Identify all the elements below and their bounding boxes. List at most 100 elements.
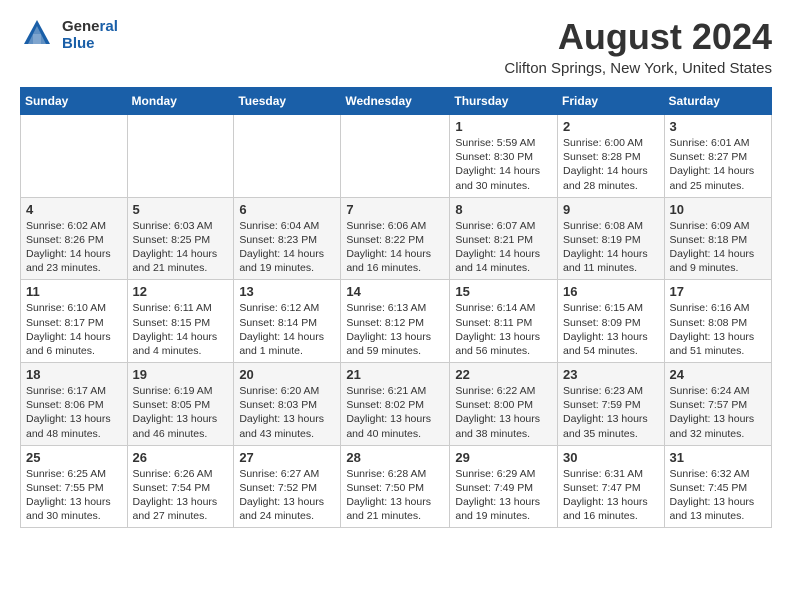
day-number: 14 [346,284,444,299]
day-number: 26 [133,450,229,465]
day-number: 30 [563,450,659,465]
calendar-cell: 18 Sunrise: 6:17 AM Sunset: 8:06 PM Dayli… [21,363,128,446]
calendar-cell [341,115,450,198]
calendar-cell [21,115,128,198]
day-number: 5 [133,202,229,217]
day-info: Sunrise: 6:04 AM Sunset: 8:23 PM Dayligh… [239,219,335,276]
day-info: Sunrise: 6:08 AM Sunset: 8:19 PM Dayligh… [563,219,659,276]
day-number: 29 [455,450,552,465]
calendar-cell: 23 Sunrise: 6:23 AM Sunset: 7:59 PM Dayli… [558,363,665,446]
day-info: Sunrise: 6:20 AM Sunset: 8:03 PM Dayligh… [239,384,335,441]
day-number: 11 [26,284,122,299]
day-number: 19 [133,367,229,382]
day-info: Sunrise: 6:11 AM Sunset: 8:15 PM Dayligh… [133,301,229,358]
day-info: Sunrise: 6:31 AM Sunset: 7:47 PM Dayligh… [563,467,659,524]
calendar-cell: 16Sunrise: 6:15 AM Sunset: 8:09 PM Dayli… [558,280,665,363]
calendar-cell: 3Sunrise: 6:01 AM Sunset: 8:27 PM Daylig… [664,115,771,198]
calendar-cell: 27 Sunrise: 6:27 AM Sunset: 7:52 PM Dayli… [234,445,341,528]
day-number: 17 [670,284,766,299]
calendar-week-row: 1 Sunrise: 5:59 AM Sunset: 8:30 PM Daylig… [21,115,772,198]
day-info: Sunrise: 6:00 AM Sunset: 8:28 PM Dayligh… [563,136,659,193]
logo: General Blue [20,16,118,55]
day-info: Sunrise: 6:06 AM Sunset: 8:22 PM Dayligh… [346,219,444,276]
day-of-week-header: Sunday [21,88,128,115]
calendar-cell: 1 Sunrise: 5:59 AM Sunset: 8:30 PM Daylig… [450,115,558,198]
day-info: Sunrise: 6:07 AM Sunset: 8:21 PM Dayligh… [455,219,552,276]
day-info: Sunrise: 6:19 AM Sunset: 8:05 PM Dayligh… [133,384,229,441]
day-info: Sunrise: 6:24 AM Sunset: 7:57 PM Dayligh… [670,384,766,441]
calendar-cell: 6 Sunrise: 6:04 AM Sunset: 8:23 PM Daylig… [234,197,341,280]
day-info: Sunrise: 6:17 AM Sunset: 8:06 PM Dayligh… [26,384,122,441]
day-number: 20 [239,367,335,382]
day-info: Sunrise: 6:03 AM Sunset: 8:25 PM Dayligh… [133,219,229,276]
day-number: 10 [670,202,766,217]
day-number: 22 [455,367,552,382]
day-info: Sunrise: 6:21 AM Sunset: 8:02 PM Dayligh… [346,384,444,441]
day-info: Sunrise: 6:25 AM Sunset: 7:55 PM Dayligh… [26,467,122,524]
calendar-cell: 15 Sunrise: 6:14 AM Sunset: 8:11 PM Dayli… [450,280,558,363]
logo-text: General Blue [62,19,118,52]
day-info: Sunrise: 6:02 AM Sunset: 8:26 PM Dayligh… [26,219,122,276]
day-number: 28 [346,450,444,465]
logo-blue: Blue [62,36,118,53]
day-info: Sunrise: 5:59 AM Sunset: 8:30 PM Dayligh… [455,136,552,193]
day-number: 27 [239,450,335,465]
day-number: 16 [563,284,659,299]
logo-general: General [62,19,118,36]
day-of-week-header: Tuesday [234,88,341,115]
calendar-cell: 13 Sunrise: 6:12 AM Sunset: 8:14 PM Dayli… [234,280,341,363]
day-number: 4 [26,202,122,217]
calendar-cell: 24 Sunrise: 6:24 AM Sunset: 7:57 PM Dayli… [664,363,771,446]
calendar-cell: 29Sunrise: 6:29 AM Sunset: 7:49 PM Dayli… [450,445,558,528]
month-year: August 2024 [504,16,772,58]
calendar-table: SundayMondayTuesdayWednesdayThursdayFrid… [20,87,772,528]
calendar-cell: 12 Sunrise: 6:11 AM Sunset: 8:15 PM Dayli… [127,280,234,363]
day-number: 3 [670,119,766,134]
calendar-cell [127,115,234,198]
day-info: Sunrise: 6:26 AM Sunset: 7:54 PM Dayligh… [133,467,229,524]
calendar-cell: 22Sunrise: 6:22 AM Sunset: 8:00 PM Dayli… [450,363,558,446]
calendar-header-row: SundayMondayTuesdayWednesdayThursdayFrid… [21,88,772,115]
day-info: Sunrise: 6:28 AM Sunset: 7:50 PM Dayligh… [346,467,444,524]
day-number: 1 [455,119,552,134]
calendar-cell: 25Sunrise: 6:25 AM Sunset: 7:55 PM Dayli… [21,445,128,528]
day-info: Sunrise: 6:13 AM Sunset: 8:12 PM Dayligh… [346,301,444,358]
location: Clifton Springs, New York, United States [504,60,772,77]
calendar-week-row: 18 Sunrise: 6:17 AM Sunset: 8:06 PM Dayli… [21,363,772,446]
day-of-week-header: Saturday [664,88,771,115]
day-of-week-header: Wednesday [341,88,450,115]
calendar-cell: 19 Sunrise: 6:19 AM Sunset: 8:05 PM Dayli… [127,363,234,446]
day-number: 15 [455,284,552,299]
day-number: 6 [239,202,335,217]
day-number: 18 [26,367,122,382]
day-number: 7 [346,202,444,217]
day-number: 8 [455,202,552,217]
day-number: 9 [563,202,659,217]
calendar-cell: 21 Sunrise: 6:21 AM Sunset: 8:02 PM Dayli… [341,363,450,446]
calendar-cell: 8 Sunrise: 6:07 AM Sunset: 8:21 PM Daylig… [450,197,558,280]
day-info: Sunrise: 6:16 AM Sunset: 8:08 PM Dayligh… [670,301,766,358]
day-info: Sunrise: 6:09 AM Sunset: 8:18 PM Dayligh… [670,219,766,276]
day-number: 24 [670,367,766,382]
day-number: 13 [239,284,335,299]
calendar-cell [234,115,341,198]
day-number: 23 [563,367,659,382]
day-info: Sunrise: 6:14 AM Sunset: 8:11 PM Dayligh… [455,301,552,358]
calendar-cell: 5 Sunrise: 6:03 AM Sunset: 8:25 PM Daylig… [127,197,234,280]
day-number: 2 [563,119,659,134]
day-number: 12 [133,284,229,299]
calendar-week-row: 4 Sunrise: 6:02 AM Sunset: 8:26 PM Daylig… [21,197,772,280]
day-info: Sunrise: 6:12 AM Sunset: 8:14 PM Dayligh… [239,301,335,358]
calendar-cell: 2 Sunrise: 6:00 AM Sunset: 8:28 PM Daylig… [558,115,665,198]
logo-icon [20,16,54,50]
calendar-cell: 17 Sunrise: 6:16 AM Sunset: 8:08 PM Dayli… [664,280,771,363]
calendar-cell: 9 Sunrise: 6:08 AM Sunset: 8:19 PM Daylig… [558,197,665,280]
day-info: Sunrise: 6:32 AM Sunset: 7:45 PM Dayligh… [670,467,766,524]
day-info: Sunrise: 6:27 AM Sunset: 7:52 PM Dayligh… [239,467,335,524]
day-number: 21 [346,367,444,382]
calendar-cell: 14 Sunrise: 6:13 AM Sunset: 8:12 PM Dayli… [341,280,450,363]
header: General Blue August 2024 Clifton Springs… [20,16,772,77]
calendar-cell: 20 Sunrise: 6:20 AM Sunset: 8:03 PM Dayli… [234,363,341,446]
calendar-cell: 11Sunrise: 6:10 AM Sunset: 8:17 PM Dayli… [21,280,128,363]
day-info: Sunrise: 6:23 AM Sunset: 7:59 PM Dayligh… [563,384,659,441]
